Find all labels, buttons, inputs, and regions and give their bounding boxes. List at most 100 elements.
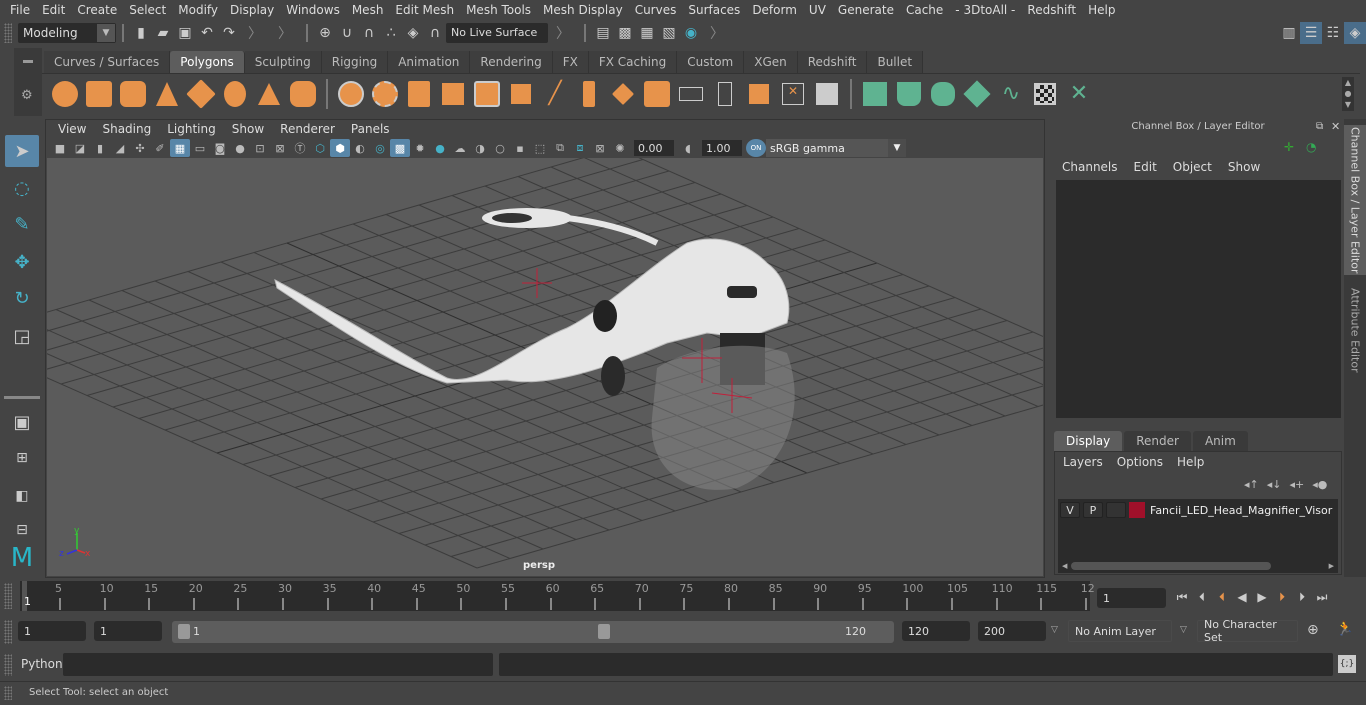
layer-color-swatch[interactable]: [1129, 502, 1145, 518]
shelf-tab-polygons[interactable]: Polygons: [170, 51, 245, 73]
snap-view-plane-icon[interactable]: ◈: [402, 22, 424, 44]
collapse-icon[interactable]: 〉: [710, 23, 724, 43]
step-forward-key-icon[interactable]: ⏵: [1272, 587, 1292, 607]
cb-menu-show[interactable]: Show: [1220, 160, 1268, 174]
animation-start-field[interactable]: 1: [18, 621, 86, 641]
viewport-menu-shading[interactable]: Shading: [94, 121, 159, 137]
view-transform-dropdown[interactable]: sRGB gamma ▼: [766, 139, 906, 157]
bridge-icon[interactable]: ╱: [538, 77, 572, 111]
animation-preferences-icon[interactable]: 🏃: [1336, 621, 1353, 637]
tab-render[interactable]: Render: [1124, 431, 1191, 451]
outliner-persp-layout-icon[interactable]: ◧: [5, 480, 39, 512]
smooth-icon[interactable]: [436, 77, 470, 111]
play-backwards-icon[interactable]: ◀: [1232, 587, 1252, 607]
character-set-dropdown[interactable]: No Character Set: [1197, 618, 1298, 644]
drag-handle[interactable]: [4, 686, 12, 700]
layer-display-type-toggle[interactable]: [1106, 502, 1126, 518]
playback-start-field[interactable]: 1: [94, 621, 162, 641]
four-pane-layout-icon[interactable]: ⊞: [5, 442, 39, 474]
render-settings-icon[interactable]: ▧: [658, 22, 680, 44]
animation-end-field[interactable]: 200: [978, 621, 1046, 641]
current-frame-field[interactable]: 1: [1097, 588, 1166, 608]
lasso-tool-icon[interactable]: ◌: [5, 172, 39, 204]
command-language-toggle[interactable]: Python: [21, 657, 63, 671]
isolate-select-icon[interactable]: ⬚: [530, 139, 550, 157]
make-live-icon[interactable]: ∩: [424, 22, 446, 44]
anti-aliasing-icon[interactable]: ○: [490, 139, 510, 157]
step-back-key-icon[interactable]: ⏴: [1212, 587, 1232, 607]
drag-handle[interactable]: [4, 654, 12, 676]
uv-contour-icon[interactable]: ∿: [994, 77, 1028, 111]
chamfer-icon[interactable]: [810, 77, 844, 111]
menu-cache[interactable]: Cache: [900, 3, 949, 17]
le-menu-help[interactable]: Help: [1170, 455, 1211, 469]
shelf-tab-fx[interactable]: FX: [552, 51, 589, 73]
multi-cut-icon[interactable]: [640, 77, 674, 111]
tab-display[interactable]: Display: [1054, 431, 1123, 451]
uv-cylindrical-icon[interactable]: [892, 77, 926, 111]
fill-hole-icon[interactable]: [606, 77, 640, 111]
layer-name[interactable]: Fancii_LED_Head_Magnifier_Visor: [1150, 504, 1332, 517]
target-weld-icon[interactable]: ✕: [776, 77, 810, 111]
poly-torus-icon[interactable]: [218, 77, 252, 111]
shelf-tab-redshift[interactable]: Redshift: [797, 51, 868, 73]
auto-key-icon[interactable]: ⊕: [1307, 622, 1319, 638]
save-scene-icon[interactable]: ▣: [174, 22, 196, 44]
shelf-tab-sculpting[interactable]: Sculpting: [244, 51, 322, 73]
single-pane-layout-icon[interactable]: ▣: [5, 406, 39, 438]
xray-active-icon[interactable]: ⧈: [570, 139, 590, 157]
uv-automatic-icon[interactable]: [960, 77, 994, 111]
snap-point-icon[interactable]: ∩: [358, 22, 380, 44]
le-menu-layers[interactable]: Layers: [1056, 455, 1110, 469]
collapse-icon[interactable]: 〉: [278, 23, 292, 43]
side-tab-attribute-editor[interactable]: Attribute Editor: [1344, 285, 1366, 375]
viewport-menu-view[interactable]: View: [50, 121, 94, 137]
append-icon[interactable]: [572, 77, 606, 111]
new-layer-selected-icon[interactable]: ◂●: [1312, 478, 1327, 491]
gamma-icon[interactable]: ◖: [678, 139, 698, 157]
layer-visibility-toggle[interactable]: V: [1060, 502, 1080, 518]
move-layer-up-icon[interactable]: ◂↑: [1244, 478, 1259, 491]
uv-editor-icon[interactable]: [1028, 77, 1062, 111]
grease-pencil-icon[interactable]: ✐: [150, 139, 170, 157]
ambient-occlusion-icon[interactable]: ☁: [450, 139, 470, 157]
shelf-tab-curves-surfaces[interactable]: Curves / Surfaces: [44, 51, 171, 73]
live-surface-field[interactable]: No Live Surface: [446, 22, 548, 43]
combine-icon[interactable]: [334, 77, 368, 111]
merge-icon[interactable]: [742, 77, 776, 111]
wireframe-icon[interactable]: ⬡: [310, 139, 330, 157]
viewport-menu-show[interactable]: Show: [224, 121, 272, 137]
undo-icon[interactable]: ↶: [196, 22, 218, 44]
time-icon[interactable]: ◔: [1306, 140, 1316, 154]
shelf-tab-rigging[interactable]: Rigging: [321, 51, 389, 73]
range-slider[interactable]: 1 120: [172, 621, 894, 643]
menu-curves[interactable]: Curves: [629, 3, 683, 17]
scale-tool-icon[interactable]: ◲: [5, 320, 39, 352]
menu-file[interactable]: File: [4, 3, 36, 17]
layer-hscrollbar[interactable]: ◀ ▶: [1062, 561, 1334, 571]
move-tool-icon[interactable]: ✥: [5, 246, 39, 278]
collapse-icon[interactable]: 〉: [248, 23, 262, 43]
shelf-tab-bullet[interactable]: Bullet: [867, 51, 924, 73]
gear-icon[interactable]: ⚙: [21, 88, 33, 103]
drag-handle[interactable]: [4, 22, 12, 43]
range-end-handle[interactable]: [598, 624, 610, 639]
scroll-left-icon[interactable]: ◀: [1062, 562, 1067, 570]
channel-list[interactable]: [1056, 180, 1341, 418]
bevel-icon[interactable]: [504, 77, 538, 111]
wireframe-on-shaded-icon[interactable]: ◐: [350, 139, 370, 157]
drag-handle[interactable]: [4, 583, 12, 609]
gate-mask-icon[interactable]: ●: [230, 139, 250, 157]
menu-create[interactable]: Create: [71, 3, 123, 17]
3d-viewport[interactable]: y x z persp: [47, 158, 1043, 576]
anim-layer-dropdown-arrow[interactable]: ▽: [1051, 625, 1058, 635]
play-forwards-icon[interactable]: ▶: [1252, 587, 1272, 607]
shelf-tab-xgen[interactable]: XGen: [744, 51, 798, 73]
go-to-end-icon[interactable]: ⏭: [1312, 587, 1332, 607]
2d-pan-zoom-icon[interactable]: ✣: [130, 139, 150, 157]
shelf-tab-custom[interactable]: Custom: [677, 51, 745, 73]
poly-pyramid-icon[interactable]: [252, 77, 286, 111]
poly-cylinder-icon[interactable]: [116, 77, 150, 111]
shadows-icon[interactable]: ●: [430, 139, 450, 157]
menu-edit[interactable]: Edit: [36, 3, 71, 17]
